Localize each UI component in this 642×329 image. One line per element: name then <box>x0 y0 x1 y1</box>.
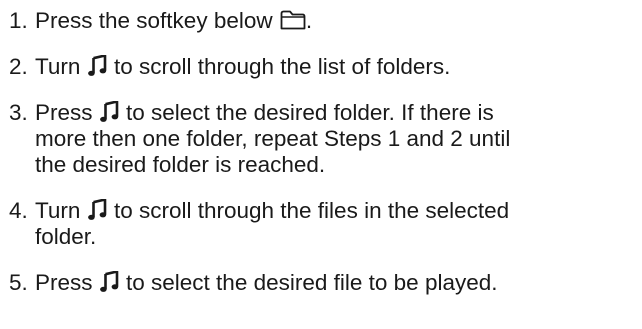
music-note-icon <box>99 271 119 292</box>
step-text-line: Press to select the desired folder. If t… <box>35 100 639 126</box>
step-3: 3. Press to select the desired folder. I… <box>9 100 639 178</box>
step-text: to scroll through the list of folders. <box>107 54 451 79</box>
step-number: 4. <box>9 198 28 223</box>
step-text: to select the desired folder. If there i… <box>119 100 494 125</box>
step-number: 1. <box>9 8 28 33</box>
step-4: 4. Turn to scroll through the files in t… <box>9 198 639 250</box>
music-note-icon <box>87 199 106 220</box>
step-text-line: Press the softkey below . <box>35 8 639 34</box>
step-2: 2. Turn to scroll through the list of fo… <box>9 54 639 80</box>
step-text: Press <box>35 100 99 125</box>
music-note-icon <box>99 101 119 122</box>
step-number: 2. <box>9 54 28 79</box>
step-text-line: Turn to scroll through the files in the … <box>35 198 639 224</box>
step-number: 3. <box>9 100 28 125</box>
step-text-line: more then one folder, repeat Steps 1 and… <box>35 126 511 151</box>
step-text-line: Press to select the desired file to be p… <box>35 270 639 296</box>
step-text-line: the desired folder is reached. <box>35 152 326 177</box>
music-note-icon <box>87 55 106 76</box>
step-text-line: Turn to scroll through the list of folde… <box>35 54 639 80</box>
step-5: 5. Press to select the desired file to b… <box>9 270 639 296</box>
instruction-steps: 1. Press the softkey below . 2. Turn to … <box>9 8 639 316</box>
step-text: Turn <box>35 198 87 223</box>
step-text: Press <box>35 270 99 295</box>
step-text: to select the desired file to be played. <box>119 270 498 295</box>
step-number: 5. <box>9 270 28 295</box>
step-text-line: folder. <box>35 224 97 249</box>
step-text: Turn <box>35 54 87 79</box>
step-text: to scroll through the files in the selec… <box>107 198 510 223</box>
step-1: 1. Press the softkey below . <box>9 8 639 34</box>
step-text: . <box>305 8 313 33</box>
folder-icon <box>280 10 306 30</box>
step-text: Press the softkey below <box>35 8 279 33</box>
